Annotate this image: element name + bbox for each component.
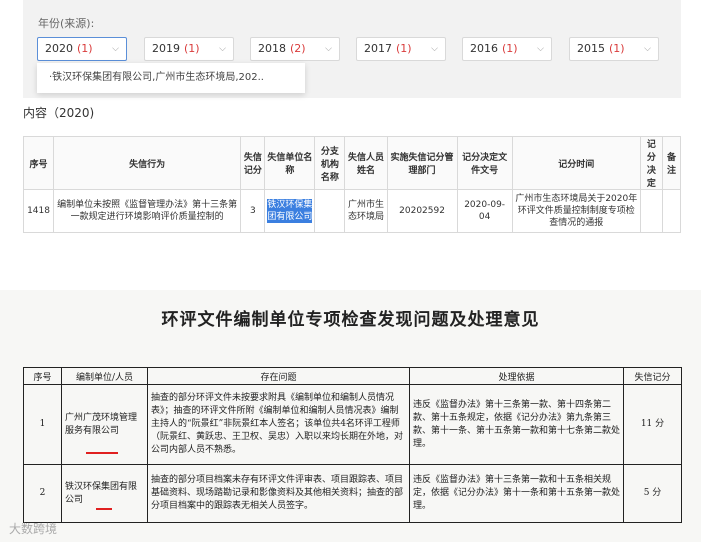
doc-col-header: 编制单位/人员 xyxy=(61,367,148,385)
inspection-table: 序号 编制单位/人员 存在问题 处理依据 失信记分 1 广州广茂环境管理服务有限… xyxy=(23,367,682,523)
col-header: 记分时间 xyxy=(511,136,641,190)
col-header: 失信行为 xyxy=(53,136,242,190)
cell-time: 广州市生态环境局关于2020年环评文件质量控制制度专项检查情况的通报 xyxy=(511,189,641,233)
doc-header-row: 序号 编制单位/人员 存在问题 处理依据 失信记分 xyxy=(23,367,682,385)
year-select-2019[interactable]: 2019 (1) ⌵ xyxy=(144,37,234,61)
year-select-2020[interactable]: 2020 (1) ⌵ xyxy=(37,37,127,61)
cell-doc-no: 2020-09-04 xyxy=(456,189,513,233)
col-header: 失信人员姓名 xyxy=(344,136,388,190)
cell-person: 广州市生态环境局 xyxy=(344,189,388,233)
year-value: 2020 xyxy=(45,42,73,55)
cell-no: 1418 xyxy=(22,189,55,233)
year-count: (1) xyxy=(396,42,412,55)
year-select-2015[interactable]: 2015 (1) ⌵ xyxy=(569,37,659,61)
col-header: 记分决定文件文号 xyxy=(456,136,513,190)
col-header: 备注 xyxy=(661,136,682,190)
year-value: 2019 xyxy=(152,42,180,55)
chevron-down-icon: ⌵ xyxy=(644,44,651,54)
red-underline xyxy=(86,452,118,454)
year-filter-label: 年份(来源): xyxy=(38,17,95,30)
chevron-down-icon: ⌵ xyxy=(431,44,438,54)
year-value: 2016 xyxy=(470,42,498,55)
year-select-2016[interactable]: 2016 (1) ⌵ xyxy=(462,37,552,61)
chevron-down-icon: ⌵ xyxy=(325,44,332,54)
cell-unit: 铁汉环保集团有限公司 xyxy=(264,189,316,233)
doc-col-header: 存在问题 xyxy=(147,367,410,385)
year-select-2018[interactable]: 2018 (2) ⌵ xyxy=(250,37,340,61)
year-select-2017[interactable]: 2017 (1) ⌵ xyxy=(356,37,446,61)
doc-cell-score: 11 分 xyxy=(623,384,682,465)
red-underline xyxy=(96,508,112,510)
chevron-down-icon: ⌵ xyxy=(112,44,119,54)
year-value: 2018 xyxy=(258,42,286,55)
year-count: (1) xyxy=(77,42,93,55)
year-count: (2) xyxy=(290,42,306,55)
doc-cell-problem: 抽查的部分项目档案未存有环评文件评审表、项目跟踪表、项目基础资料、现场踏勘记录和… xyxy=(147,464,410,523)
year-count: (1) xyxy=(609,42,625,55)
chevron-down-icon: ⌵ xyxy=(537,44,544,54)
col-header: 失信记分 xyxy=(240,136,266,190)
doc-cell-no: 1 xyxy=(23,384,62,465)
table-row: 1418 编制单位未按照《监督管理办法》第十三条第一款规定进行环境影响评价质量控… xyxy=(22,189,682,233)
highlighted-unit-name[interactable]: 铁汉环保集团有限公司 xyxy=(267,199,313,223)
doc-col-header: 处理依据 xyxy=(409,367,624,385)
year-count: (1) xyxy=(184,42,200,55)
cell-score: 3 xyxy=(240,189,266,233)
doc-cell-score: 5 分 xyxy=(623,464,682,523)
content-title: 内容（2020) xyxy=(23,106,95,120)
doc-cell-basis: 违反《监督办法》第十三条第一款和十五条相关规定，依据《记分办法》第十一条和第十五… xyxy=(409,464,624,523)
cell-branch xyxy=(314,189,346,233)
col-header: 实施失信记分管理部门 xyxy=(386,136,458,190)
table-header-row: 序号 失信行为 失信记分 失信单位名称 分支机构名称 失信人员姓名 实施失信记分… xyxy=(22,136,682,190)
cell-note xyxy=(661,189,682,233)
year-dropdown-option[interactable]: ·铁汉环保集团有限公司,广州市生态环境局,202.. xyxy=(37,63,305,93)
doc-cell-basis: 违反《监督办法》第十三条第一款、第十四条第二款、第十五条规定，依据《记分办法》第… xyxy=(409,384,624,465)
doc-cell-no: 2 xyxy=(23,464,62,523)
doc-row: 1 广州广茂环境管理服务有限公司 抽查的部分环评文件未按要求附具《编制单位和编制… xyxy=(23,384,682,465)
watermark: 大数跨境 xyxy=(9,522,58,536)
year-count: (1) xyxy=(502,42,518,55)
doc-cell-unit: 铁汉环保集团有限公司 xyxy=(61,464,148,523)
year-value: 2015 xyxy=(577,42,605,55)
col-header: 序号 xyxy=(22,136,55,190)
cell-behavior: 编制单位未按照《监督管理办法》第十三条第一款规定进行环境影响评价质量控制的 xyxy=(53,189,242,233)
doc-col-header: 序号 xyxy=(23,367,62,385)
doc-col-header: 失信记分 xyxy=(623,367,682,385)
cell-decision xyxy=(639,189,663,233)
col-header: 记分决定 xyxy=(639,136,663,190)
doc-cell-problem: 抽查的部分环评文件未按要求附具《编制单位和编制人员情况表》；抽查的环评文件所附《… xyxy=(147,384,410,465)
col-header: 分支机构名称 xyxy=(314,136,346,190)
credit-record-table: 序号 失信行为 失信记分 失信单位名称 分支机构名称 失信人员姓名 实施失信记分… xyxy=(22,136,682,233)
document-title: 环评文件编制单位专项检查发现问题及处理意见 xyxy=(161,310,540,330)
doc-row: 2 铁汉环保集团有限公司 抽查的部分项目档案未存有环评文件评审表、项目跟踪表、项… xyxy=(23,464,682,523)
year-value: 2017 xyxy=(364,42,392,55)
cell-dept: 20202592 xyxy=(386,189,458,233)
col-header: 失信单位名称 xyxy=(264,136,316,190)
chevron-down-icon: ⌵ xyxy=(219,44,226,54)
